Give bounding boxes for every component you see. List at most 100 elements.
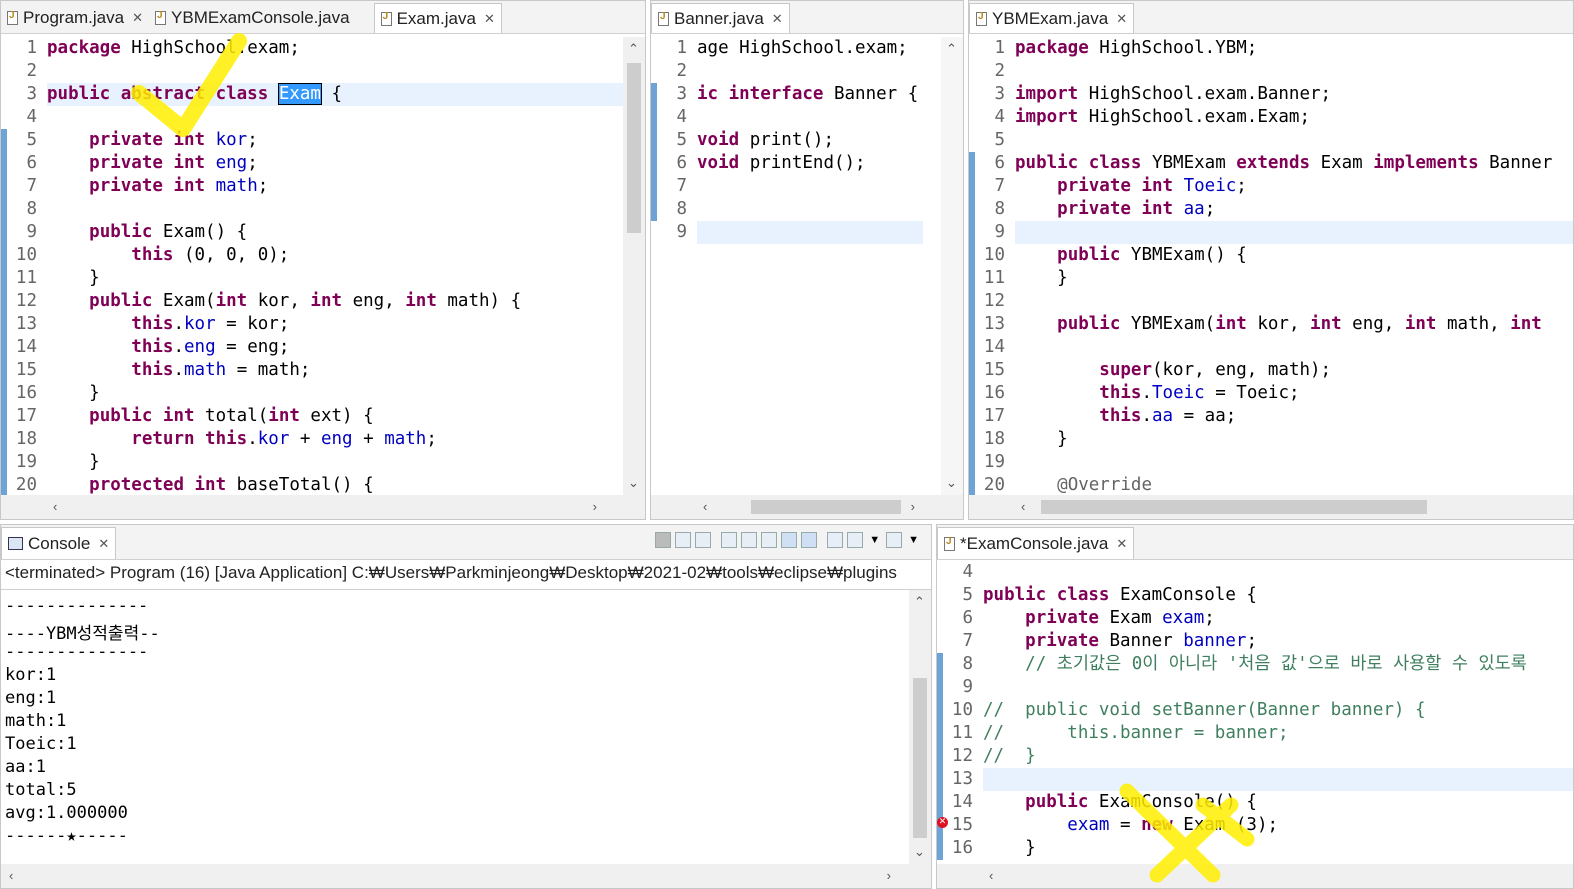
scroll-down-icon[interactable]: ⌄ [914, 844, 925, 860]
line-code: this.Toeic = Toeic; [1099, 383, 1300, 403]
line-number: 11 [15, 268, 37, 288]
line-number: 13 [983, 314, 1005, 334]
console-toolbar: ▼ ▼ [653, 532, 923, 548]
line-number: 13 [951, 769, 973, 789]
vertical-scrollbar[interactable]: ⌃ ⌄ [623, 37, 645, 495]
clear-console-icon[interactable] [721, 532, 738, 548]
vertical-scrollbar[interactable]: ⌃ ⌄ [941, 37, 963, 495]
chevron-down-icon[interactable]: ▼ [869, 534, 880, 546]
line-number: 8 [962, 654, 973, 674]
remove-launch-icon[interactable] [675, 532, 692, 548]
tab-banner-java[interactable]: Banner.java✕ [651, 3, 790, 33]
console-pane: Console ✕ ▼ ▼ <terminated> Program (16) … [0, 524, 932, 889]
line-number: 14 [983, 337, 1005, 357]
code-editor[interactable]: 1 package HighSchool.exam; 2 3 public abstra… [1, 37, 645, 519]
console-output-line: math:1 [5, 711, 67, 731]
line-code: private Banner banner; [1025, 631, 1257, 651]
line-number: 4 [962, 562, 973, 582]
tab-program-java[interactable]: Program.java✕ [1, 3, 149, 33]
close-icon[interactable]: ✕ [484, 11, 495, 27]
close-icon[interactable]: ✕ [1116, 11, 1127, 27]
line-number: 8 [994, 199, 1005, 219]
line-code: this.kor = kor; [131, 314, 290, 334]
tab-ybmexamconsole-java[interactable]: YBMExamConsole.java [149, 3, 356, 33]
word-wrap-icon[interactable] [761, 532, 778, 548]
tab-exam-java[interactable]: Exam.java✕ [373, 3, 502, 33]
scroll-right-icon[interactable]: › [593, 499, 597, 514]
java-file-icon [976, 11, 987, 26]
close-icon[interactable]: ✕ [1116, 536, 1127, 552]
scroll-up-icon[interactable]: ⌃ [914, 594, 925, 610]
remove-all-launches-icon[interactable] [695, 532, 712, 548]
line-number: 5 [676, 130, 687, 150]
code-editor[interactable]: 4 5 public class ExamConsole {6 private Ex… [937, 561, 1573, 888]
show-on-output-icon[interactable] [781, 532, 798, 548]
close-icon[interactable]: ✕ [132, 10, 143, 26]
line-number: 11 [951, 723, 973, 743]
line-number: 11 [983, 268, 1005, 288]
scroll-down-icon[interactable]: ⌄ [946, 475, 957, 491]
code-editor[interactable]: 1 age HighSchool.exam; 2 3 ic interface Bann… [651, 37, 963, 519]
console-output[interactable]: -------------- ----YBM성적출력-- -------------… [1, 589, 931, 888]
line-code: private int math; [89, 176, 269, 196]
chevron-down-icon[interactable]: ▼ [908, 534, 919, 546]
line-code: public class YBMExam extends Exam implem… [1015, 153, 1553, 173]
scroll-left-icon[interactable]: ‹ [9, 868, 13, 883]
line-number: 14 [951, 792, 973, 812]
line-code: void print(); [697, 130, 834, 150]
close-icon[interactable]: ✕ [98, 536, 109, 552]
line-code: public YBMExam(int kor, int eng, int mat… [1057, 314, 1542, 334]
horizontal-scrollbar[interactable]: ‹ [969, 495, 1573, 519]
scroll-down-icon[interactable]: ⌄ [628, 475, 639, 491]
line-number: 7 [994, 176, 1005, 196]
line-code: } [1015, 429, 1068, 449]
line-number: 18 [983, 429, 1005, 449]
scrollbar-thumb[interactable] [627, 63, 641, 233]
display-console-icon[interactable] [847, 532, 864, 548]
pin-console-icon[interactable] [827, 532, 844, 548]
scroll-right-icon[interactable]: › [887, 868, 891, 883]
console-output-line: total:5 [5, 780, 77, 800]
tab-console[interactable]: Console ✕ [1, 527, 117, 559]
line-code: package HighSchool.exam; [47, 38, 300, 58]
scroll-left-icon[interactable]: ‹ [703, 499, 707, 514]
java-file-icon [944, 536, 955, 551]
open-console-icon[interactable] [886, 532, 903, 548]
line-number: 9 [994, 222, 1005, 242]
line-number: 4 [26, 107, 37, 127]
line-number: 14 [15, 337, 37, 357]
line-number: 9 [26, 222, 37, 242]
scrollbar-thumb[interactable] [913, 678, 927, 838]
line-code: age HighSchool.exam; [697, 38, 908, 58]
line-number: 12 [951, 746, 973, 766]
line-number: 2 [676, 61, 687, 81]
scrollbar-thumb[interactable] [751, 500, 901, 514]
vertical-scrollbar[interactable]: ⌃ ⌄ [909, 590, 931, 864]
close-icon[interactable]: ✕ [772, 11, 783, 27]
scroll-left-icon[interactable]: ‹ [989, 868, 993, 883]
horizontal-scrollbar[interactable]: ‹ › [651, 495, 963, 519]
horizontal-scrollbar[interactable]: ‹ › [1, 495, 645, 519]
horizontal-scrollbar[interactable]: ‹ [937, 864, 1573, 888]
error-icon[interactable]: ✕ [937, 817, 948, 828]
line-code: private int aa; [1057, 199, 1216, 219]
code-editor[interactable]: 1 package HighSchool.YBM; 2 3 import HighSch… [969, 37, 1573, 519]
java-file-icon [380, 11, 392, 26]
terminate-icon[interactable] [655, 532, 672, 548]
line-number: 19 [983, 452, 1005, 472]
scroll-left-icon[interactable]: ‹ [53, 499, 57, 514]
tab-ybmexam-java[interactable]: YBMExam.java✕ [969, 3, 1135, 33]
scroll-right-icon[interactable]: › [911, 499, 915, 514]
scroll-left-icon[interactable]: ‹ [1021, 499, 1025, 514]
horizontal-scrollbar[interactable]: ‹ › [1, 864, 931, 888]
scroll-lock-icon[interactable] [741, 532, 758, 548]
scrollbar-thumb[interactable] [1041, 500, 1427, 514]
scroll-up-icon[interactable]: ⌃ [628, 41, 639, 57]
java-file-icon [658, 11, 669, 26]
java-file-icon [7, 10, 18, 25]
tab-examconsole-java[interactable]: *ExamConsole.java✕ [937, 527, 1135, 559]
show-on-error-icon[interactable] [801, 532, 818, 548]
scroll-up-icon[interactable]: ⌃ [946, 41, 957, 57]
line-number: 16 [983, 383, 1005, 403]
console-tabbar: Console ✕ ▼ ▼ [1, 525, 931, 560]
